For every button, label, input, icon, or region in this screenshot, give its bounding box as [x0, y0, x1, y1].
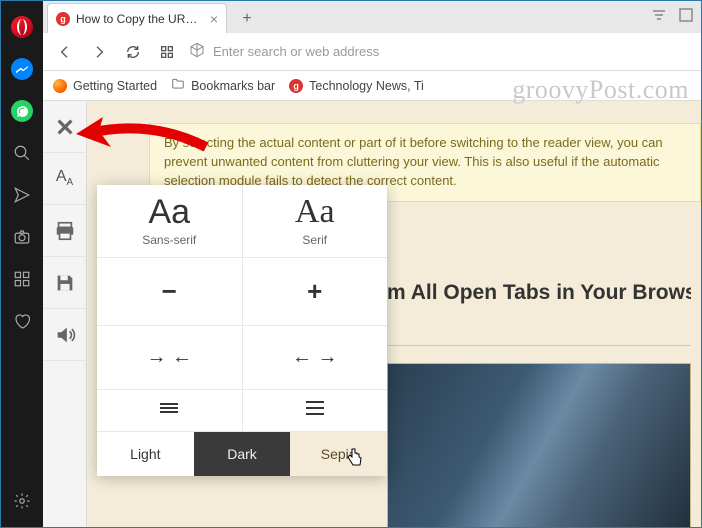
line-height-decrease-button[interactable]	[97, 390, 242, 431]
reload-icon	[125, 44, 141, 60]
chevron-left-icon	[57, 44, 73, 60]
back-button[interactable]	[53, 40, 77, 64]
send-icon	[13, 186, 31, 204]
tab-favicon-icon: g	[56, 12, 70, 26]
window-menu-button[interactable]	[679, 8, 693, 27]
heart-icon	[13, 312, 31, 330]
tab-close-button[interactable]: ×	[210, 11, 218, 27]
settings-button[interactable]	[1, 481, 43, 521]
bookmark-folder-bookmarks-bar[interactable]: Bookmarks bar	[171, 77, 275, 94]
annotation-arrow	[71, 109, 211, 164]
grid-icon	[13, 270, 31, 288]
font-size-increase-button[interactable]: +	[242, 258, 388, 325]
font-size-decrease-button[interactable]: −	[97, 258, 242, 325]
address-placeholder: Enter search or web address	[213, 44, 379, 59]
font-aa-icon: AA	[56, 168, 73, 188]
camera-icon	[13, 228, 31, 246]
tab-title: How to Copy the URLs Fro	[76, 12, 204, 26]
theme-dark-button[interactable]: Dark	[194, 432, 291, 476]
whatsapp-button[interactable]	[1, 91, 43, 131]
reload-button[interactable]	[121, 40, 145, 64]
font-sample-sans: Aa	[148, 195, 190, 229]
bookmark-label: Getting Started	[73, 79, 157, 93]
reader-print-button[interactable]	[43, 205, 87, 257]
save-icon	[54, 272, 76, 294]
bookmark-label: Technology News, Ti	[309, 79, 424, 93]
forward-button[interactable]	[87, 40, 111, 64]
printer-icon	[54, 220, 76, 242]
line-height-narrow-icon	[158, 400, 180, 421]
tab-strip: g How to Copy the URLs Fro × +	[43, 1, 701, 33]
tabs-menu-button[interactable]	[651, 8, 667, 26]
content-width-increase-button[interactable]: ← →	[242, 326, 388, 389]
opera-menu-button[interactable]	[1, 7, 43, 47]
bookmark-tech-news[interactable]: g Technology News, Ti	[289, 79, 424, 93]
content-width-decrease-button[interactable]: → ←	[97, 326, 242, 389]
address-bar[interactable]: Enter search or web address	[189, 39, 691, 65]
arrow-icon	[71, 109, 211, 159]
article-title: m All Open Tabs in Your Brows	[387, 281, 691, 305]
reader-font-popup: Aa Sans-serif Aa Serif − + → ← ← → Light…	[97, 185, 387, 476]
gear-icon	[13, 492, 31, 510]
line-height-increase-button[interactable]	[242, 390, 388, 431]
bookmark-getting-started[interactable]: Getting Started	[53, 79, 157, 93]
watermark-text: groovyPost.com	[512, 75, 689, 105]
site-info-icon[interactable]	[189, 42, 205, 61]
new-tab-button[interactable]: +	[233, 5, 261, 33]
minus-icon: −	[162, 268, 177, 315]
arrows-in-icon: → ←	[146, 336, 192, 379]
article-hero-image	[387, 363, 691, 527]
reader-save-button[interactable]	[43, 257, 87, 309]
line-height-wide-icon	[304, 400, 326, 421]
site-icon: g	[289, 79, 303, 93]
send-button[interactable]	[1, 175, 43, 215]
chevron-right-icon	[91, 44, 107, 60]
tab-strip-right	[651, 1, 701, 33]
font-label-serif: Serif	[302, 233, 327, 247]
grid-small-icon	[159, 44, 175, 60]
theme-light-button[interactable]: Light	[97, 432, 194, 476]
plus-icon: +	[307, 268, 322, 315]
speaker-icon	[54, 324, 76, 346]
snapshot-button[interactable]	[1, 217, 43, 257]
messenger-button[interactable]	[1, 49, 43, 89]
whatsapp-icon	[11, 100, 33, 122]
search-button[interactable]	[1, 133, 43, 173]
folder-icon	[171, 77, 185, 94]
font-label-sans: Sans-serif	[142, 233, 196, 247]
browser-tab[interactable]: g How to Copy the URLs Fro ×	[47, 3, 227, 33]
speed-dial-button[interactable]	[1, 259, 43, 299]
font-sample-serif: Aa	[295, 195, 335, 229]
reader-sidebar: AA	[43, 101, 87, 527]
opera-logo-icon	[11, 16, 33, 38]
font-sans-serif-option[interactable]: Aa Sans-serif	[97, 185, 242, 257]
app-sidebar	[1, 1, 43, 527]
start-page-button[interactable]	[155, 40, 179, 64]
firefox-icon	[53, 79, 67, 93]
font-serif-option[interactable]: Aa Serif	[242, 185, 388, 257]
article-divider	[387, 345, 691, 346]
messenger-icon	[11, 58, 33, 80]
reader-speak-button[interactable]	[43, 309, 87, 361]
bookmark-label: Bookmarks bar	[191, 79, 275, 93]
theme-sepia-button[interactable]: Sepia	[290, 432, 387, 476]
navigation-toolbar: Enter search or web address	[43, 33, 701, 71]
arrows-out-icon: ← →	[292, 336, 338, 379]
search-icon	[13, 144, 31, 162]
favorites-button[interactable]	[1, 301, 43, 341]
